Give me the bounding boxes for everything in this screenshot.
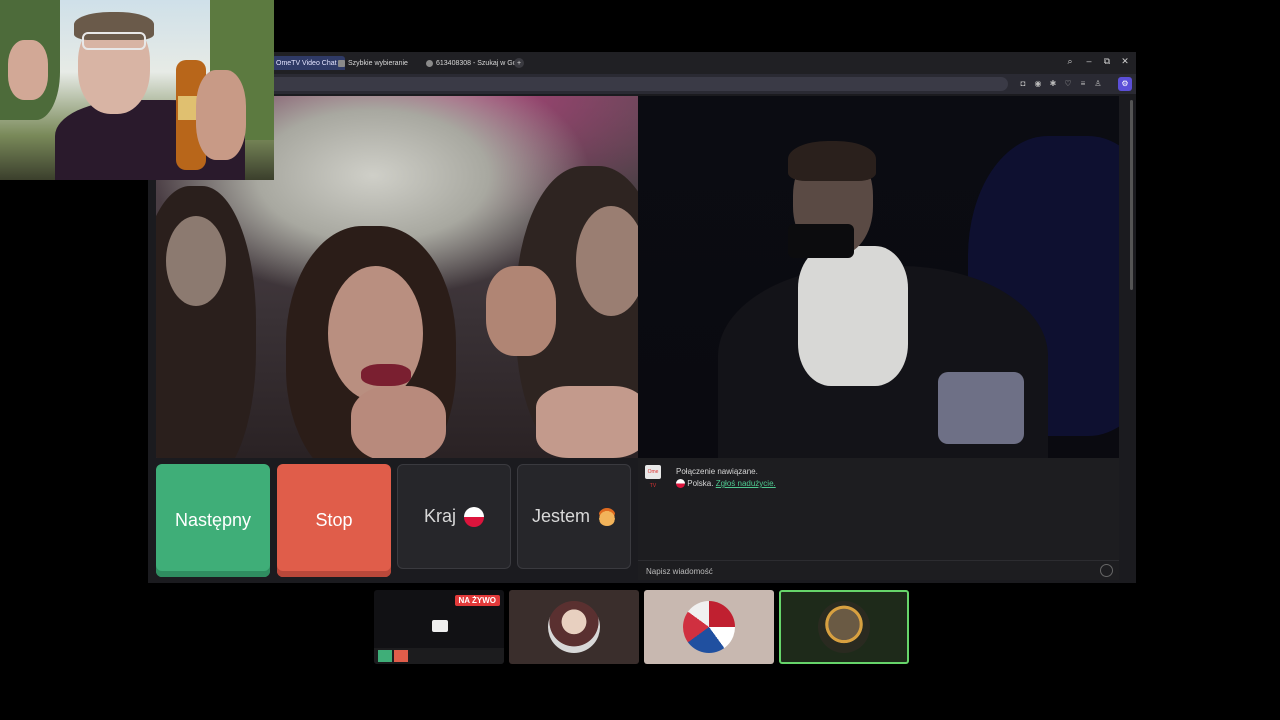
message-input[interactable]	[644, 564, 1088, 578]
country-button[interactable]: Kraj	[397, 464, 511, 569]
monitor-icon	[432, 620, 448, 632]
avatar	[548, 601, 600, 653]
scrollbar-thumb[interactable]	[1130, 100, 1133, 290]
new-tab-button[interactable]: +	[514, 58, 524, 68]
promo-badge-icon	[683, 601, 735, 653]
tab-bar: OmeTV Video Chat - Szybkie wybieranie 61…	[148, 52, 1136, 74]
self-video	[638, 96, 1119, 458]
poland-flag-icon	[464, 506, 484, 527]
thumbnail-selected[interactable]	[779, 590, 909, 664]
next-button[interactable]: Następny	[156, 464, 270, 577]
shield-icon[interactable]: ◉	[1033, 79, 1043, 89]
address-field[interactable]	[148, 77, 1008, 91]
thumbnail-promo[interactable]	[644, 590, 774, 664]
speed-dial-icon	[338, 59, 345, 67]
gender-button[interactable]: Jestem	[517, 464, 631, 569]
report-abuse-link[interactable]: Zgłoś nadużycie.	[716, 479, 776, 488]
camera-icon[interactable]: ◘	[1018, 79, 1028, 89]
emoji-icon[interactable]	[1100, 564, 1113, 577]
minimize-icon[interactable]: –	[1082, 56, 1096, 66]
restore-icon[interactable]: ⧉	[1100, 56, 1114, 67]
globe-icon	[426, 59, 433, 67]
close-icon[interactable]: ✕	[1118, 56, 1132, 67]
thumbnail-stream[interactable]: NA ŻYWO	[374, 590, 504, 664]
stop-button[interactable]: Stop	[277, 464, 391, 577]
thumbnail-profile[interactable]	[509, 590, 639, 664]
profile-icon[interactable]: ♙	[1093, 79, 1103, 89]
boy-emoji-icon	[598, 507, 617, 526]
address-bar-row: ◘ ◉ ✱ ♡ ≡ ♙ ⚙	[148, 74, 1136, 94]
mascot-icon	[818, 601, 870, 653]
message-input-bar	[638, 560, 1119, 579]
tab-ometv[interactable]: OmeTV Video Chat -	[272, 56, 345, 70]
status-message: Połączenie nawiązane.	[676, 467, 758, 476]
menu-icon[interactable]: ≡	[1078, 79, 1088, 89]
tab-search[interactable]: 613408308 - Szukaj w Go	[426, 56, 517, 70]
poland-flag-icon	[676, 479, 685, 489]
tab-speed-dial[interactable]: Szybkie wybieranie	[338, 56, 408, 70]
search-tabs-icon[interactable]: ⌕	[1063, 56, 1077, 67]
ometv-logo: Ome TV	[645, 465, 661, 489]
live-badge: NA ŻYWO	[454, 595, 500, 606]
extension-icon[interactable]: ✱	[1048, 79, 1058, 89]
streamer-webcam-overlay	[0, 0, 274, 180]
country-message: Polska. Zgłoś nadużycie.	[676, 479, 776, 489]
heart-icon[interactable]: ♡	[1063, 79, 1073, 89]
settings-icon[interactable]: ⚙	[1118, 77, 1132, 91]
